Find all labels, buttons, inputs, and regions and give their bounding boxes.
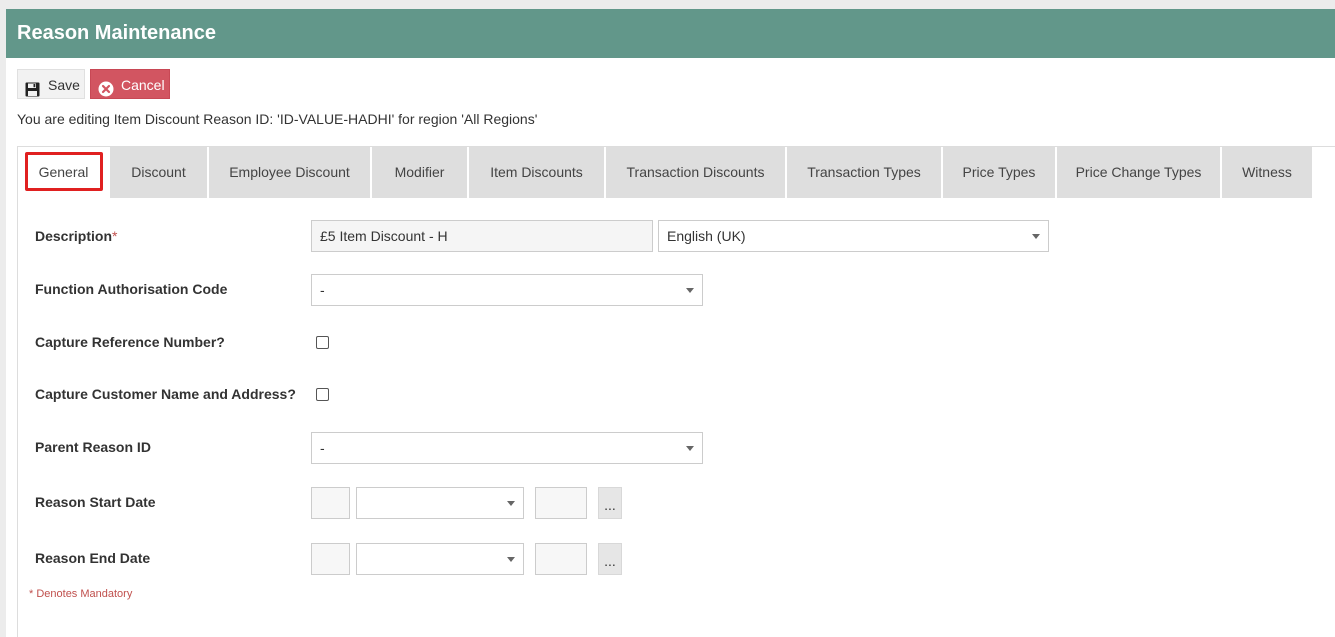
tab-modifier[interactable]: Modifier [372, 147, 467, 198]
tab-label: Price Types [962, 164, 1036, 180]
language-value: English (UK) [667, 228, 746, 244]
start-month-select[interactable] [356, 487, 524, 519]
caret-down-icon [686, 288, 694, 293]
page-title-bar: Reason Maintenance [6, 9, 1335, 58]
tab-item-discounts[interactable]: Item Discounts [469, 147, 604, 198]
end-month-select[interactable] [356, 543, 524, 575]
save-button[interactable]: Save [17, 69, 85, 99]
end-day-input[interactable] [311, 543, 350, 575]
caret-down-icon [686, 446, 694, 451]
tab-label: Transaction Discounts [626, 164, 765, 180]
caret-down-icon [507, 501, 515, 506]
required-mark: * [112, 228, 118, 244]
tab-witness[interactable]: Witness [1222, 147, 1312, 198]
tab-employee-discount[interactable]: Employee Discount [209, 147, 370, 198]
function-auth-code-select[interactable]: - [311, 274, 703, 306]
capture-customer-checkbox[interactable] [316, 388, 329, 401]
tab-label: Discount [131, 164, 186, 180]
end-year-input[interactable] [535, 543, 587, 575]
tab-discount[interactable]: Discount [110, 147, 207, 198]
caret-down-icon [1032, 234, 1040, 239]
parent-reason-select[interactable]: - [311, 432, 703, 464]
tab-label: Witness [1242, 164, 1292, 180]
tab-transaction-types[interactable]: Transaction Types [787, 147, 941, 198]
capture-reference-checkbox[interactable] [316, 336, 329, 349]
page-title: Reason Maintenance [17, 22, 216, 44]
mandatory-note: * Denotes Mandatory [29, 588, 133, 600]
tab-label: Modifier [394, 164, 445, 180]
caret-down-icon [507, 557, 515, 562]
description-input[interactable]: £5 Item Discount - H [311, 220, 653, 252]
tab-price-types[interactable]: Price Types [943, 147, 1055, 198]
start-day-input[interactable] [311, 487, 350, 519]
floppy-disk-icon [25, 77, 40, 107]
end-date-picker-button[interactable]: ... [598, 543, 622, 575]
tab-label: Employee Discount [229, 164, 350, 180]
window-top-strip [0, 0, 1335, 9]
cancel-label: Cancel [121, 77, 165, 93]
end-date-label: Reason End Date [35, 550, 151, 566]
capture-reference-label: Capture Reference Number? [35, 334, 225, 350]
tab-price-change-types[interactable]: Price Change Types [1057, 147, 1220, 198]
parent-reason-value: - [320, 440, 325, 456]
function-auth-code-value: - [320, 282, 325, 298]
window-left-strip [0, 9, 6, 637]
start-year-input[interactable] [535, 487, 587, 519]
tab-general[interactable]: General [19, 147, 108, 198]
tab-transaction-discounts[interactable]: Transaction Discounts [606, 147, 785, 198]
parent-reason-label: Parent Reason ID [35, 439, 151, 455]
save-label: Save [48, 77, 80, 93]
start-date-label: Reason Start Date [35, 494, 156, 510]
description-value: £5 Item Discount - H [320, 228, 448, 244]
description-label: Description* [35, 228, 117, 244]
tab-label: Transaction Types [807, 164, 921, 180]
function-auth-code-label: Function Authorisation Code [35, 281, 228, 297]
tab-label: Price Change Types [1075, 164, 1202, 180]
capture-customer-label: Capture Customer Name and Address? [35, 386, 296, 402]
tab-label: Item Discounts [490, 164, 583, 180]
edit-info-text: You are editing Item Discount Reason ID:… [17, 111, 538, 127]
cancel-button[interactable]: Cancel [90, 69, 170, 99]
tab-label: General [38, 164, 89, 180]
language-select[interactable]: English (UK) [658, 220, 1049, 252]
start-date-picker-button[interactable]: ... [598, 487, 622, 519]
description-label-text: Description [35, 228, 113, 244]
close-circle-icon [98, 77, 114, 107]
